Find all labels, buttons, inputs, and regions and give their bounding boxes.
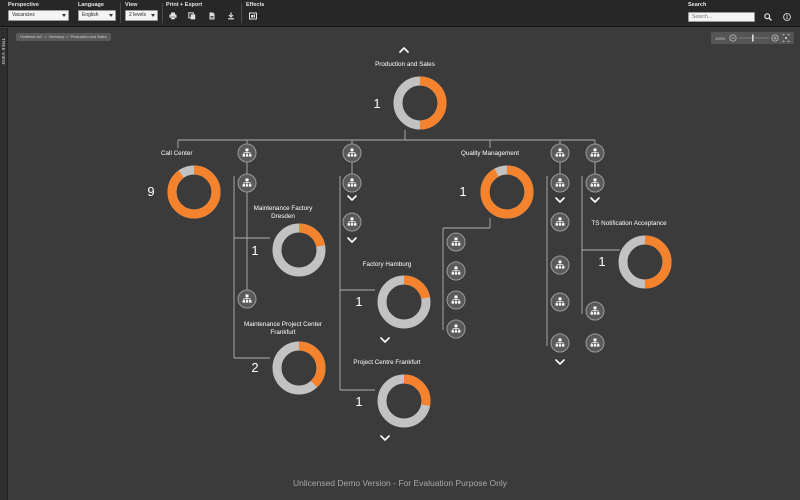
node-count: 1 [251, 243, 258, 258]
chevron-down-icon[interactable] [590, 197, 600, 203]
org-node-project-centre-frankfurt[interactable]: Project Centre Frankfurt 1 [353, 359, 431, 428]
node-title: TS Notification Acceptance [591, 220, 667, 227]
org-node-maintenance-project-center-frankfurt[interactable]: Maintenance Project CenterFrankfurt 2 [244, 321, 326, 395]
node-title: Maintenance Project Center [244, 321, 322, 328]
org-structure-icon[interactable] [550, 212, 570, 232]
donut-segment [480, 165, 534, 219]
org-structure-icon[interactable] [585, 173, 605, 193]
org-structure-icon[interactable] [585, 301, 605, 321]
org-node-call-center[interactable]: Call Center 9 [147, 150, 221, 219]
chevron-down-icon[interactable] [380, 337, 390, 343]
org-structure-icon[interactable] [237, 289, 257, 309]
chevron-down-icon[interactable] [555, 197, 565, 203]
org-structure-icon[interactable] [446, 232, 466, 252]
chevron-down-icon[interactable] [380, 435, 390, 441]
org-structure-icon[interactable] [550, 333, 570, 353]
org-node-root[interactable]: Production and Sales 1 [373, 61, 447, 130]
org-chart: Production and Sales 1 Call Center 9 Mainten… [147, 47, 672, 441]
node-count: 1 [598, 254, 605, 269]
nodes-layer: Production and Sales 1 Call Center 9 Mainten… [147, 61, 672, 428]
org-structure-icon[interactable] [446, 290, 466, 310]
chevron-up-icon[interactable] [399, 47, 409, 53]
org-node-ts-notification-acceptance[interactable]: TS Notification Acceptance 1 [591, 220, 672, 289]
org-node-maintenance-factory-dresden[interactable]: Maintenance FactoryDresden 1 [251, 205, 326, 277]
node-title: Production and Sales [375, 61, 435, 68]
org-structure-icon[interactable] [446, 319, 466, 339]
node-title: Frankfurt [270, 329, 295, 336]
org-node-factory-hamburg[interactable]: Factory Hamburg 1 [355, 261, 431, 329]
node-title: Factory Hamburg [363, 261, 412, 268]
org-structure-icon[interactable] [342, 173, 362, 193]
node-count: 1 [373, 96, 380, 111]
org-structure-icon[interactable] [550, 255, 570, 275]
chevron-down-icon[interactable] [347, 195, 357, 201]
node-title: Quality Management [461, 150, 519, 157]
org-structure-icon[interactable] [550, 173, 570, 193]
node-title: Dresden [271, 213, 295, 220]
org-structure-icon[interactable] [237, 173, 257, 193]
chevron-down-icon[interactable] [555, 359, 565, 365]
node-count: 1 [459, 184, 466, 199]
chevron-down-icon[interactable] [347, 237, 357, 243]
org-structure-icon[interactable] [550, 292, 570, 312]
org-structure-icon[interactable] [237, 143, 257, 163]
node-title: Maintenance Factory [254, 205, 314, 212]
org-structure-icon[interactable] [585, 143, 605, 163]
org-node-quality-management[interactable]: Quality Management 1 [459, 150, 534, 219]
org-structure-icon[interactable] [585, 333, 605, 353]
org-structure-icon[interactable] [550, 143, 570, 163]
node-count: 1 [355, 294, 362, 309]
org-structure-icon[interactable] [342, 212, 362, 232]
org-structure-icon[interactable] [342, 143, 362, 163]
node-count: 1 [355, 394, 362, 409]
watermark: Unlicensed Demo Version - For Evaluation… [292, 478, 508, 488]
node-title: Project Centre Frankfurt [353, 359, 420, 366]
node-count: 9 [147, 184, 154, 199]
donut-segment [167, 165, 221, 219]
org-structure-icon[interactable] [446, 261, 466, 281]
node-count: 2 [251, 360, 258, 375]
node-title: Call Center [161, 150, 193, 157]
